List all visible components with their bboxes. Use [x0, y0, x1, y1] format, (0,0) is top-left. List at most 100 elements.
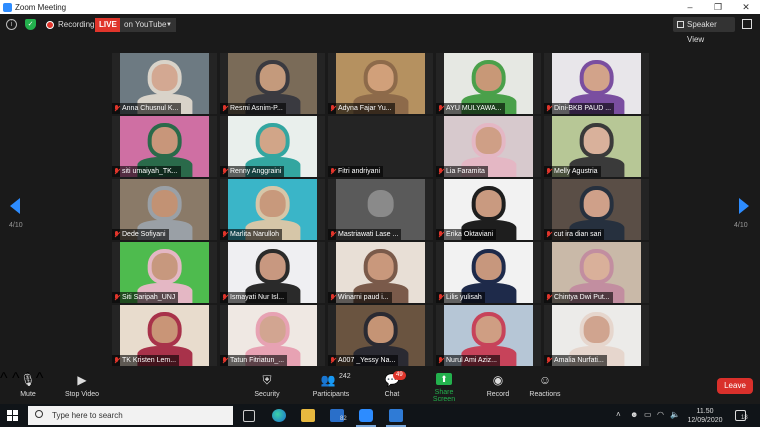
clock-time: 11.50	[696, 408, 714, 415]
participant-tile[interactable]: Ismayati Nur Isl...	[220, 242, 325, 303]
participant-head	[475, 252, 502, 281]
participant-tile[interactable]: siti umaiyah_TK...	[112, 116, 217, 177]
participant-tile[interactable]: Marlita Narulloh	[220, 179, 325, 240]
participant-name: Chintya Dwi Put...	[544, 292, 613, 303]
share-screen-button[interactable]: ⬆ Share Screen	[423, 373, 465, 403]
muted-microphone-icon	[546, 105, 552, 112]
page-indicator-right: 4/10	[734, 222, 748, 229]
participant-name: Tatun Fitriatun_...	[220, 355, 288, 366]
previous-page-arrow[interactable]	[10, 198, 20, 214]
participant-head	[151, 252, 178, 281]
participant-tile[interactable]: Fitri andriyani	[328, 116, 433, 177]
participant-tile[interactable]: Melly Agustria	[544, 116, 649, 177]
page-indicator-left: 4/10	[9, 222, 23, 229]
participant-name: Winarni paud i...	[328, 292, 392, 303]
participant-tile[interactable]: Lilis yulisah	[436, 242, 541, 303]
participant-name: Anna Chusnul K...	[112, 103, 182, 114]
participant-tile[interactable]: Resmi Asnim-P...	[220, 53, 325, 114]
search-placeholder: Type here to search	[52, 411, 123, 420]
stop-video-button[interactable]: ▶ Stop Video	[62, 373, 102, 398]
participant-head	[367, 252, 394, 281]
participant-head	[151, 126, 178, 155]
search-icon	[35, 410, 43, 418]
live-badge: LIVE	[95, 18, 121, 32]
participant-tile[interactable]: A007 _Yessy Na...	[328, 305, 433, 366]
participant-name: Renny Anggraini	[220, 166, 285, 177]
participant-tile[interactable]: Erika Oktaviani	[436, 179, 541, 240]
leave-button[interactable]: Leave	[717, 378, 753, 394]
reactions-button[interactable]: ☺ Reactions	[528, 373, 562, 398]
wifi-tray-icon[interactable]: ◠	[657, 410, 664, 419]
encryption-shield-icon[interactable]: ✓	[25, 19, 36, 30]
participant-tile[interactable]: Dede Sofiyani	[112, 179, 217, 240]
participant-tile[interactable]: Chintya Dwi Put...	[544, 242, 649, 303]
media-player-icon[interactable]	[386, 409, 406, 427]
youtube-stream-dropdown[interactable]: on YouTube ▼	[120, 18, 176, 32]
share-screen-label: Share Screen	[432, 389, 456, 403]
recording-dot-icon	[46, 21, 54, 29]
window-title: Zoom Meeting	[15, 2, 67, 12]
participant-tile[interactable]: AYU MULYAWA...	[436, 53, 541, 114]
participant-head	[475, 189, 502, 218]
mute-button[interactable]: 🎙 Mute	[16, 373, 40, 398]
tray-chevron-up-icon[interactable]: ˄	[616, 410, 621, 419]
volume-tray-icon[interactable]: 🔈	[670, 410, 680, 419]
zoom-app-icon	[3, 2, 12, 12]
participant-name: Erika Oktaviani	[436, 229, 497, 240]
speaker-view-button[interactable]: Speaker View	[673, 17, 735, 44]
participant-head	[583, 252, 610, 281]
security-button[interactable]: ⛨ Security	[252, 373, 282, 398]
audio-options-caret[interactable]: ^	[0, 370, 8, 387]
participant-tile[interactable]: Nurul Ami Aziz...	[436, 305, 541, 366]
muted-microphone-icon	[438, 231, 444, 238]
meeting-info-icon[interactable]: i	[6, 19, 17, 30]
taskbar-search-box[interactable]: Type here to search	[28, 406, 233, 425]
muted-microphone-icon	[114, 105, 120, 112]
participant-tile[interactable]: Renny Anggraini	[220, 116, 325, 177]
muted-microphone-icon	[546, 294, 552, 301]
window-titlebar: Zoom Meeting – ❐ ✕	[0, 0, 760, 14]
muted-microphone-icon	[330, 294, 336, 301]
participant-tile[interactable]: Tatun Fitriatun_...	[220, 305, 325, 366]
taskbar-clock[interactable]: 11.50 12/09/2020	[683, 407, 727, 425]
participant-tile[interactable]: Winarni paud i...	[328, 242, 433, 303]
participant-tile[interactable]: Lia Faramita	[436, 116, 541, 177]
minimize-button[interactable]: –	[676, 0, 704, 14]
task-view-icon[interactable]	[243, 410, 255, 422]
participant-head	[583, 126, 610, 155]
next-page-arrow[interactable]	[739, 198, 749, 214]
participant-name: Siti Saripah_UNJ	[112, 292, 179, 303]
participant-head	[151, 63, 178, 92]
security-label: Security	[254, 391, 280, 398]
participant-tile[interactable]: cut ira dian sari	[544, 179, 649, 240]
maximize-button[interactable]: ❐	[704, 0, 732, 14]
edge-browser-icon[interactable]	[272, 409, 286, 422]
people-tray-icon[interactable]: ☻	[630, 410, 638, 419]
muted-microphone-icon	[330, 357, 336, 364]
fullscreen-icon[interactable]	[742, 19, 752, 29]
muted-microphone-icon	[114, 357, 120, 364]
participant-head	[151, 315, 178, 344]
participant-tile[interactable]: Anna Chusnul K...	[112, 53, 217, 114]
participant-head	[259, 252, 286, 281]
participant-tile[interactable]: Mastriawati Lase ...	[328, 179, 433, 240]
participant-head	[259, 189, 286, 218]
participant-tile[interactable]: Amalia Nurfati...	[544, 305, 649, 366]
participant-name: Ismayati Nur Isl...	[220, 292, 288, 303]
participant-tile[interactable]: TK Kristen Lem...	[112, 305, 217, 366]
participant-tile[interactable]: Siti Saripah_UNJ	[112, 242, 217, 303]
network-tray-icon[interactable]: ▭	[644, 410, 652, 419]
participant-name: cut ira dian sari	[544, 229, 605, 240]
chat-unread-badge: 49	[393, 371, 406, 380]
participant-name: A007 _Yessy Na...	[328, 355, 399, 366]
participant-tile[interactable]: Dini-BKB PAUD ...	[544, 53, 649, 114]
grid-view-icon	[677, 21, 684, 28]
file-explorer-icon[interactable]	[301, 409, 315, 422]
close-button[interactable]: ✕	[732, 0, 760, 14]
zoom-taskbar-icon[interactable]	[356, 409, 376, 427]
participant-tile[interactable]: Adyna Fajar Yu...	[328, 53, 433, 114]
muted-microphone-icon	[330, 231, 336, 238]
record-button[interactable]: ◉ Record	[485, 373, 511, 398]
windows-start-icon[interactable]	[7, 410, 18, 421]
recording-label: Recording	[58, 20, 95, 29]
